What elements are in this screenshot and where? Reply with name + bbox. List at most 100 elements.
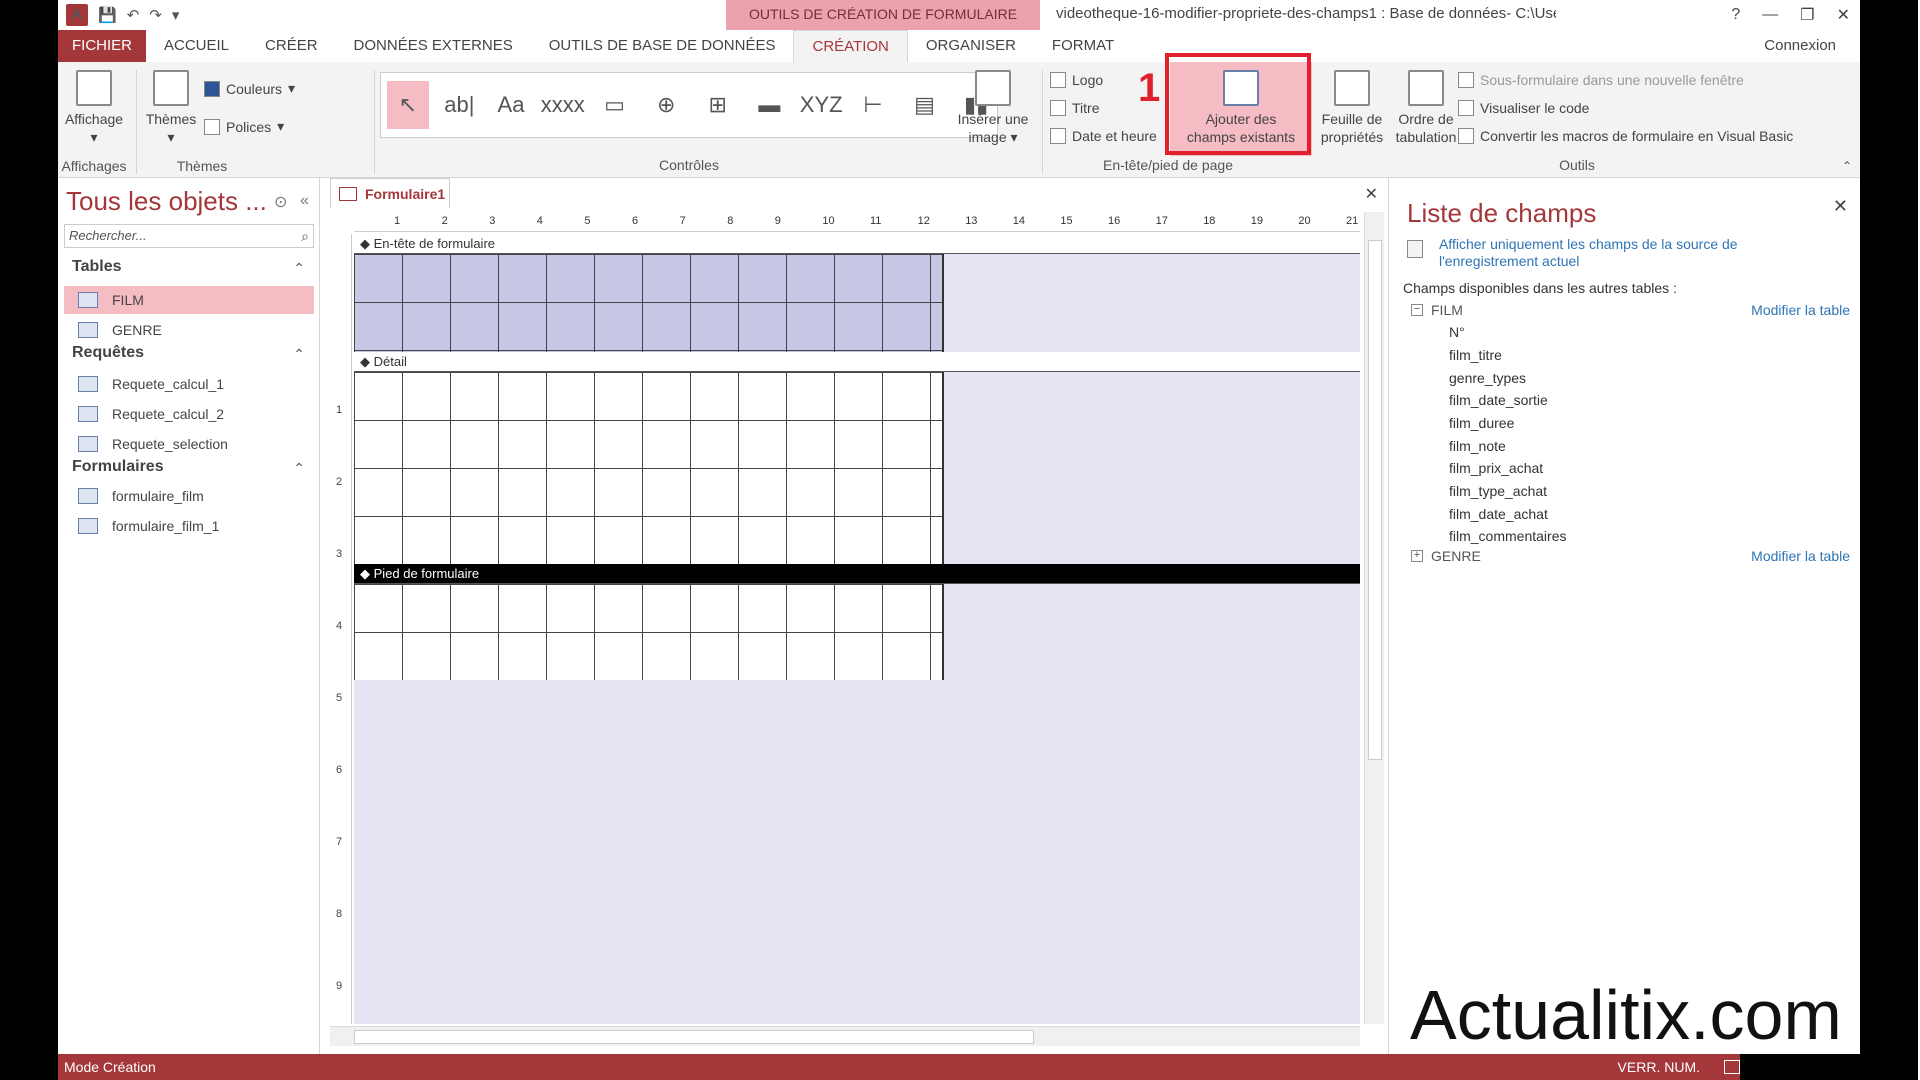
ordre-tabulation-button[interactable]: Ordre de tabulation bbox=[1388, 70, 1464, 146]
label-control[interactable]: Aa bbox=[490, 81, 532, 129]
nav-section-tables[interactable]: Tables bbox=[72, 258, 122, 276]
feuille-proprietes-button[interactable]: Feuille de propriétés bbox=[1312, 70, 1392, 146]
nav-search-input[interactable]: Rechercher... ⌕ bbox=[64, 224, 314, 248]
navigation-control[interactable]: ▬ bbox=[749, 81, 791, 129]
ruler-mark: 16 bbox=[1108, 215, 1121, 227]
minimize-button[interactable]: — bbox=[1762, 6, 1778, 24]
tab-donnees-externes[interactable]: DONNÉES EXTERNES bbox=[336, 30, 531, 62]
expand-icon[interactable]: + bbox=[1411, 550, 1423, 562]
close-panel-icon[interactable]: ✕ bbox=[1833, 196, 1848, 217]
left-black-border bbox=[0, 0, 58, 1080]
nav-item-query[interactable]: Requete_selection bbox=[64, 430, 314, 458]
option-group-control[interactable]: XYZ bbox=[800, 81, 843, 129]
connexion-link[interactable]: Connexion bbox=[1764, 30, 1836, 62]
restore-button[interactable]: ❐ bbox=[1800, 5, 1814, 25]
tab-creer[interactable]: CRÉER bbox=[247, 30, 336, 62]
logo-icon bbox=[1050, 72, 1066, 88]
scrollbar-thumb[interactable] bbox=[1368, 240, 1382, 760]
modifier-table-link[interactable]: Modifier la table bbox=[1751, 302, 1850, 318]
convertir-macros-button[interactable]: Convertir les macros de formulaire en Vi… bbox=[1458, 128, 1793, 144]
nav-item-query[interactable]: Requete_calcul_1 bbox=[64, 370, 314, 398]
sous-formulaire-button[interactable]: Sous-formulaire dans une nouvelle fenêtr… bbox=[1458, 72, 1744, 88]
select-pointer-control[interactable]: ↖ bbox=[387, 81, 429, 129]
nav-item-form[interactable]: formulaire_film_1 bbox=[64, 512, 314, 540]
redo-icon[interactable]: ↷ bbox=[149, 6, 162, 24]
section-grid-entete[interactable] bbox=[354, 254, 944, 352]
titre-button[interactable]: Titre bbox=[1050, 100, 1099, 116]
collapse-icon[interactable]: ⌃ bbox=[293, 346, 305, 363]
affichage-button[interactable]: Affichage ▾ bbox=[64, 70, 124, 146]
collapse-ribbon-icon[interactable]: ⌃ bbox=[1842, 159, 1852, 173]
nav-item-table[interactable]: FILM bbox=[64, 286, 314, 314]
themes-button[interactable]: Thèmes ▾ bbox=[142, 70, 200, 146]
field-item[interactable]: film_date_achat bbox=[1449, 506, 1548, 522]
tab-format[interactable]: FORMAT bbox=[1034, 30, 1132, 62]
form-canvas[interactable]: ◆ En-tête de formulaire ◆ Détail ◆ Pied … bbox=[354, 234, 1360, 1024]
date-heure-button[interactable]: Date et heure bbox=[1050, 128, 1157, 144]
field-list-table-film[interactable]: − FILM bbox=[1411, 302, 1463, 318]
horizontal-scrollbar[interactable] bbox=[330, 1026, 1360, 1046]
field-item[interactable]: film_prix_achat bbox=[1449, 460, 1543, 476]
vertical-scrollbar[interactable] bbox=[1364, 212, 1384, 1024]
textbox-control[interactable]: ab| bbox=[439, 81, 481, 129]
polices-button[interactable]: Polices ▾ bbox=[204, 118, 284, 135]
tab-accueil[interactable]: ACCUEIL bbox=[146, 30, 247, 62]
help-button[interactable]: ? bbox=[1731, 6, 1740, 24]
web-browser-control[interactable]: ⊞ bbox=[697, 81, 739, 129]
nav-item-query[interactable]: Requete_calcul_2 bbox=[64, 400, 314, 428]
document-tab[interactable]: Formulaire1 bbox=[330, 178, 450, 208]
ruler-mark: 4 bbox=[336, 620, 343, 632]
button-control[interactable]: xxxx bbox=[541, 81, 585, 129]
section-grid-detail[interactable] bbox=[354, 372, 944, 564]
hyperlink-control[interactable]: ⊕ bbox=[645, 81, 687, 129]
nav-section-requetes[interactable]: Requêtes bbox=[72, 344, 144, 362]
field-item[interactable]: N° bbox=[1449, 324, 1465, 340]
nav-section-formulaires[interactable]: Formulaires bbox=[72, 458, 164, 476]
nav-item-form[interactable]: formulaire_film bbox=[64, 482, 314, 510]
close-document-icon[interactable]: ✕ bbox=[1365, 184, 1378, 204]
logo-button[interactable]: Logo bbox=[1050, 72, 1103, 88]
tab-creation[interactable]: CRÉATION bbox=[793, 30, 908, 62]
inserer-image-button[interactable]: Insérer une image ▾ bbox=[948, 70, 1038, 146]
couleurs-button[interactable]: Couleurs ▾ bbox=[204, 80, 295, 97]
field-item[interactable]: genre_types bbox=[1449, 370, 1526, 386]
nav-dropdown-icon[interactable]: ⊙ bbox=[274, 192, 287, 212]
tab-organiser[interactable]: ORGANISER bbox=[908, 30, 1034, 62]
undo-icon[interactable]: ↶ bbox=[127, 6, 140, 24]
section-grid-pied[interactable] bbox=[354, 584, 944, 680]
show-current-source-link[interactable]: Afficher uniquement les champs de la sou… bbox=[1439, 236, 1819, 270]
title-bar: A 💾 ↶ ↷ ▾ OUTILS DE CRÉATION DE FORMULAI… bbox=[58, 0, 1860, 30]
field-item[interactable]: film_commentaires bbox=[1449, 528, 1566, 544]
modifier-table-link[interactable]: Modifier la table bbox=[1751, 548, 1850, 564]
customize-qat-icon[interactable]: ▾ bbox=[172, 6, 180, 24]
query-icon bbox=[78, 436, 98, 452]
field-item[interactable]: film_date_sortie bbox=[1449, 392, 1548, 408]
page-break-control[interactable]: ⊢ bbox=[852, 81, 894, 129]
scrollbar-thumb[interactable] bbox=[354, 1030, 1034, 1044]
section-header-detail[interactable]: ◆ Détail bbox=[354, 352, 1360, 372]
access-app-icon[interactable]: A bbox=[66, 4, 88, 26]
collapse-icon[interactable]: ⌃ bbox=[293, 260, 305, 277]
field-item[interactable]: film_note bbox=[1449, 438, 1506, 454]
save-icon[interactable]: 💾 bbox=[98, 6, 117, 24]
tab-outils-bdd[interactable]: OUTILS DE BASE DE DONNÉES bbox=[531, 30, 794, 62]
tab-control[interactable]: ▭ bbox=[594, 81, 636, 129]
nav-collapse-icon[interactable]: « bbox=[300, 192, 309, 210]
section-header-pied[interactable]: ◆ Pied de formulaire bbox=[354, 564, 1360, 584]
field-item[interactable]: film_titre bbox=[1449, 347, 1502, 363]
visualiser-code-button[interactable]: Visualiser le code bbox=[1458, 100, 1589, 116]
field-list-table-genre[interactable]: + GENRE bbox=[1411, 548, 1481, 564]
nav-item-table[interactable]: GENRE bbox=[64, 316, 314, 344]
section-header-entete[interactable]: ◆ En-tête de formulaire bbox=[354, 234, 1360, 254]
combo-box-control[interactable]: ▤ bbox=[904, 81, 946, 129]
field-item[interactable]: film_type_achat bbox=[1449, 483, 1547, 499]
design-view-icon[interactable] bbox=[1724, 1060, 1740, 1074]
field-item[interactable]: film_duree bbox=[1449, 415, 1514, 431]
nav-pane-title[interactable]: Tous les objets ... bbox=[66, 186, 267, 217]
close-button[interactable]: ✕ bbox=[1837, 5, 1850, 25]
ribbon-tabs: FICHIER ACCUEIL CRÉER DONNÉES EXTERNES O… bbox=[58, 30, 1860, 62]
tab-fichier[interactable]: FICHIER bbox=[58, 30, 146, 62]
search-icon[interactable]: ⌕ bbox=[301, 228, 309, 245]
collapse-icon[interactable]: − bbox=[1411, 304, 1423, 316]
collapse-icon[interactable]: ⌃ bbox=[293, 460, 305, 477]
